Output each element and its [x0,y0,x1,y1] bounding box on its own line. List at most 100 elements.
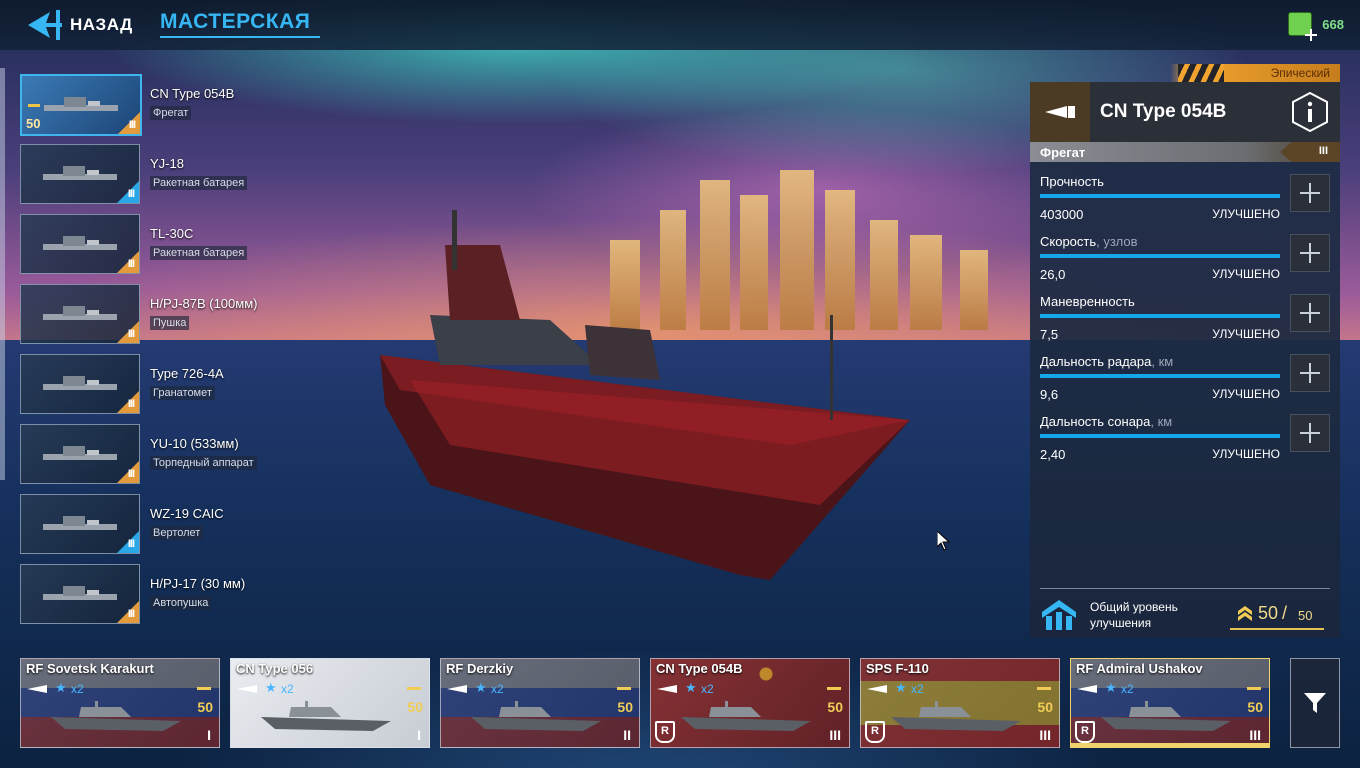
back-arrow-icon [28,10,62,40]
weapon-item[interactable]: III H/PJ-17 (30 мм) Автопушка [20,564,320,624]
ship-multiplier: x2 [71,682,84,696]
weapon-tier: III [127,398,135,410]
stat-label: Дальность сонара [1040,414,1151,429]
upgrade-plus-button[interactable] [1290,354,1330,392]
ship-level: 50 [827,699,843,715]
ship-thumbnail [891,701,1021,731]
ship-type-label: Фрегат [1040,145,1086,160]
frigate-class-icon [1030,82,1090,142]
upgrade-plus-button[interactable] [1290,414,1330,452]
overall-upgrade-label: Общий уровень улучшения [1090,600,1178,630]
back-button[interactable]: НАЗАД [28,9,133,41]
currency-value: 668 [1322,16,1344,32]
stat-bar [1040,434,1280,438]
overall-current: 50 [1258,603,1279,623]
rank-badge-icon: R [655,721,675,743]
level-chevron-icon [827,687,841,698]
ship-level: 50 [617,699,633,715]
ship-thumbnail [1101,701,1231,731]
ship-multiplier: x2 [701,682,714,696]
missile-icon [43,166,117,180]
ship-tier: I [207,727,211,743]
ship-card-name: RF Admiral Ushakov [1076,661,1203,676]
ship-tier: III [829,727,841,743]
weapon-item[interactable]: III WZ-19 CAIC Вертолет [20,494,320,554]
ship-card[interactable]: SPS F-110 ★ x2 50 III R [860,658,1060,748]
weapon-item[interactable]: III 50 CN Type 054B Фрегат [20,74,320,136]
gold-bars-icon [1288,12,1318,41]
weapon-item[interactable]: III H/PJ-87B (100мм) Пушка [20,284,320,344]
mouse-cursor-icon [937,531,951,551]
stat-value: 7,5 [1040,327,1059,342]
weapon-name: Type 726-4A [150,366,224,381]
weapon-type: Ракетная батарея [150,176,248,190]
weapon-name: H/PJ-17 (30 мм) [150,576,246,591]
upgrade-plus-button[interactable] [1290,234,1330,272]
upgrade-level-icon [1042,600,1076,630]
ship-class-icon [237,685,257,693]
torpedo-icon [43,446,117,460]
ship-card[interactable]: CN Type 054B ★ x2 50 III R [650,658,850,748]
star-icon: ★ [475,680,487,695]
ship-multiplier: x2 [1121,682,1134,696]
weapon-name: YU-10 (533мм) [150,436,239,451]
frigate-ship-model [380,210,910,580]
weapon-type: Пушка [150,316,190,330]
ship-tier: III [1318,145,1328,157]
ship-thumbnail [51,701,181,731]
ship-card[interactable]: CN Type 056 ★ x2 50 I [230,658,430,748]
ship-thumbnail [471,701,601,731]
weapon-item[interactable]: III YU-10 (533мм) Торпедный аппарат [20,424,320,484]
weapon-name: WZ-19 CAIC [150,506,224,521]
stat-value: 26,0 [1040,267,1066,282]
ship-thumbnail [261,701,391,731]
weapon-item[interactable]: III TL-30C Ракетная батарея [20,214,320,274]
stat-bar [1040,254,1280,258]
filter-button[interactable] [1290,658,1340,748]
rarity-banner: Эпический [1170,64,1340,82]
ship-card[interactable]: RF Admiral Ushakov ★ x2 50 III R [1070,658,1270,748]
frigate-icon [44,97,118,111]
title-underline [160,36,320,38]
ship-card-name: SPS F-110 [866,661,929,676]
ship-class-icon [447,685,467,693]
ship-level: 50 [197,699,213,715]
star-icon: ★ [265,680,277,695]
stat-row: Дальность сонара, км 2,40 УЛУЧШЕНО [1040,414,1330,474]
weapon-name: CN Type 054B [150,86,235,101]
weapon-name: TL-30C [150,226,194,241]
stat-status: УЛУЧШЕНО [1212,387,1280,401]
weapon-thumbnail: III 50 [20,74,142,136]
weapon-item[interactable]: III YJ-18 Ракетная батарея [20,144,320,204]
upgrade-plus-button[interactable] [1290,294,1330,332]
stat-row: Маневренность 7,5 УЛУЧШЕНО [1040,294,1330,354]
overall-separator: / [1282,603,1288,623]
ship-card[interactable]: RF Derzkiy ★ x2 50 II [440,658,640,748]
info-icon[interactable] [1290,92,1330,132]
currency-display[interactable]: 668 [1288,12,1344,41]
stat-row: Дальность радара, км 9,6 УЛУЧШЕНО [1040,354,1330,414]
weapons-list-scrollbar[interactable] [0,68,5,480]
stat-row: Прочность 403000 УЛУЧШЕНО [1040,174,1330,234]
stat-bar [1040,194,1280,198]
ship-card-name: RF Sovetsk Karakurt [26,661,154,676]
ship-tier: I [417,727,421,743]
stat-unit: , узлов [1096,234,1138,249]
level-chevron-icon [197,687,211,698]
overall-upgrade-level: Общий уровень улучшения 50 / 50 [1040,596,1330,636]
weapon-item[interactable]: III Type 726-4A Гранатомет [20,354,320,414]
panel-header: CN Type 054B [1030,82,1340,142]
ship-card[interactable]: RF Sovetsk Karakurt ★ x2 50 I [20,658,220,748]
stat-name: Дальность радара, км [1040,354,1173,369]
stat-label: Прочность [1040,174,1104,189]
upgrade-plus-button[interactable] [1290,174,1330,212]
weapon-type: Торпедный аппарат [150,456,257,470]
ship-class-icon [657,685,677,693]
stat-value: 403000 [1040,207,1084,222]
weapon-type: Фрегат [150,106,192,120]
ship-tier: III [1249,727,1261,743]
ship-class-icon [1077,685,1097,693]
rarity-label: Эпический [1270,66,1330,80]
overall-max: 50 [1298,608,1313,623]
weapon-type: Автопушка [150,596,212,610]
